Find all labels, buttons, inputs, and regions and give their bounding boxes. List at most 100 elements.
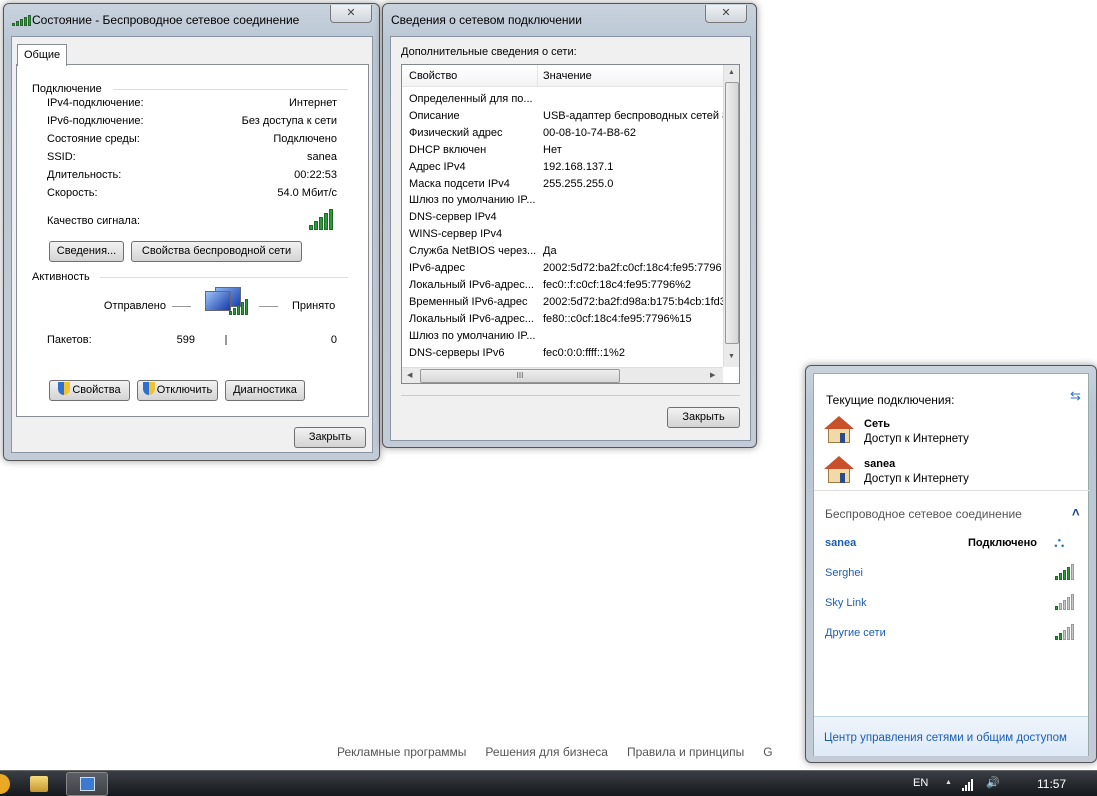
footer-link[interactable]: G	[763, 745, 772, 759]
network-name[interactable]: Другие сети	[825, 627, 886, 639]
table-row[interactable]: DNS-сервер IPv4	[402, 209, 723, 226]
table-row[interactable]: DHCP включен Нет	[402, 142, 723, 159]
connection-name: sanea	[864, 458, 896, 470]
details-button[interactable]: Сведения...	[49, 241, 124, 262]
network-name[interactable]: Serghei	[825, 567, 863, 579]
diagnose-button[interactable]: Диагностика	[225, 380, 305, 401]
property-cell: DHCP включен	[409, 143, 487, 156]
table-row[interactable]: Определенный для по...	[402, 91, 723, 108]
property-cell: Шлюз по умолчанию IP...	[409, 194, 536, 207]
scroll-down-icon[interactable]: ▼	[728, 353, 735, 360]
scroll-right-icon[interactable]: ▶	[710, 371, 715, 379]
connection-group-label: Подключение	[32, 83, 102, 95]
table-row[interactable]: Адрес IPv4 192.168.137.1	[402, 159, 723, 176]
table-row[interactable]: WINS-сервер IPv4	[402, 226, 723, 243]
wireless-properties-button[interactable]: Свойства беспроводной сети	[131, 241, 302, 262]
table-row[interactable]: IPv6-адрес 2002:5d72:ba2f:c0cf:18c4:fe95:…	[402, 260, 723, 277]
connected-network-icon: ⛬	[1054, 534, 1065, 551]
network-tray-icon[interactable]	[962, 779, 973, 791]
property-cell: Служба NetBIOS через...	[409, 245, 537, 258]
footer-link[interactable]: Решения для бизнеса	[485, 745, 608, 759]
disable-button[interactable]: Отключить	[137, 380, 218, 401]
close-button[interactable]: Закрыть	[667, 407, 740, 428]
property-cell: WINS-сервер IPv4	[409, 228, 503, 241]
footer-link[interactable]: Правила и принципы	[627, 745, 744, 759]
wireless-section-header: Беспроводное сетевое соединение	[825, 507, 1022, 521]
table-row[interactable]: Временный IPv6-адрес 2002:5d72:ba2f:d98a:…	[402, 294, 723, 311]
network-status: Подключено	[968, 537, 1037, 549]
table-row[interactable]: Описание USB-адаптер беспроводных сетей 8	[402, 108, 723, 125]
table-row[interactable]: Шлюз по умолчанию IP...	[402, 328, 723, 345]
scroll-thumb[interactable]	[725, 82, 739, 344]
refresh-icon[interactable]: ⇆	[1070, 388, 1081, 404]
connection-status: Доступ к Интернету	[864, 473, 969, 485]
table-row[interactable]: Локальный IPv6-адрес... fe80::c0cf:18c4:f…	[402, 311, 723, 328]
network-name[interactable]: sanea	[825, 537, 856, 549]
table-row[interactable]: Служба NetBIOS через... Да	[402, 243, 723, 260]
scroll-up-icon[interactable]: ▲	[728, 69, 735, 76]
table-row[interactable]: Локальный IPv6-адрес... fec0::f:c0cf:18c4…	[402, 277, 723, 294]
taskbar-network-window[interactable]	[66, 772, 108, 796]
status-row-value: Без доступа к сети	[241, 115, 337, 127]
close-icon[interactable]: ✕	[705, 5, 747, 23]
status-row-label: Состояние среды:	[47, 133, 140, 145]
value-cell: 00-08-10-74-B8-62	[543, 126, 636, 139]
footer-link[interactable]: Рекламные программы	[337, 745, 466, 759]
table-row[interactable]: Шлюз по умолчанию IP...	[402, 192, 723, 209]
window-title: Состояние - Беспроводное сетевое соедине…	[32, 13, 300, 27]
volume-icon[interactable]: 🔊	[986, 776, 1000, 789]
status-row-value: Подключено	[273, 133, 337, 145]
value-cell: 255.255.255.0	[543, 177, 614, 190]
uac-shield-icon	[58, 382, 71, 395]
signal-icon	[12, 15, 31, 26]
network-flyout: Текущие подключения: ⇆ Сеть Доступ к Инте…	[805, 365, 1097, 763]
scroll-left-icon[interactable]: ◀	[407, 371, 412, 379]
language-indicator[interactable]: EN	[913, 777, 928, 789]
status-row-value: 54.0 Мбит/с	[277, 187, 337, 199]
clock[interactable]: 11:57	[1037, 777, 1066, 791]
property-cell: Временный IPv6-адрес	[409, 295, 528, 308]
close-button[interactable]: Закрыть	[294, 427, 366, 448]
table-row[interactable]: Физический адрес 00-08-10-74-B8-62	[402, 125, 723, 142]
value-cell: USB-адаптер беспроводных сетей 8	[543, 109, 723, 122]
house-icon	[824, 416, 854, 444]
property-cell: DNS-серверы IPv6	[409, 346, 505, 359]
tab-general[interactable]: Общие	[17, 44, 67, 66]
status-row-label: IPv4-подключение:	[47, 97, 144, 109]
details-window: Сведения о сетевом подключении ✕ Дополни…	[382, 3, 757, 448]
start-button[interactable]	[0, 774, 10, 794]
explorer-icon[interactable]	[30, 776, 48, 792]
status-row-value: Интернет	[289, 97, 337, 109]
horizontal-scrollbar[interactable]: ◀ III ▶	[402, 367, 723, 383]
property-cell: Адрес IPv4	[409, 160, 466, 173]
signal-quality-icon	[309, 209, 333, 230]
list-header: Свойство Значение	[402, 65, 723, 87]
uac-shield-icon	[142, 382, 155, 395]
signal-quality-label: Качество сигнала:	[47, 215, 141, 227]
status-row-label: Длительность:	[47, 169, 122, 181]
column-header-property[interactable]: Свойство	[409, 70, 457, 82]
properties-button[interactable]: Свойства	[49, 380, 130, 401]
table-row[interactable]: Маска подсети IPv4 255.255.255.0	[402, 176, 723, 193]
property-cell: Физический адрес	[409, 126, 503, 139]
status-row-label: IPv6-подключение:	[47, 115, 144, 127]
network-name[interactable]: Sky Link	[825, 597, 867, 609]
details-list[interactable]: Свойство Значение Определенный для по...…	[401, 64, 740, 384]
scroll-thumb[interactable]: III	[420, 369, 620, 383]
tray-expand-icon[interactable]: ▲	[945, 779, 952, 786]
property-cell: Определенный для по...	[409, 93, 533, 105]
property-cell: Локальный IPv6-адрес...	[409, 278, 534, 291]
client-area: Дополнительные сведения о сети: Свойство…	[390, 36, 751, 441]
column-header-value[interactable]: Значение	[543, 70, 592, 82]
connection-name: Сеть	[864, 418, 891, 430]
property-cell: IPv6-адрес	[409, 262, 465, 274]
status-row-label: SSID:	[47, 151, 76, 163]
sent-label: Отправлено	[103, 300, 166, 312]
table-row[interactable]: DNS-серверы IPv6 fec0:0:0:ffff::1%2	[402, 345, 723, 362]
status-row-label: Скорость:	[47, 187, 98, 199]
collapse-chevron-icon[interactable]: ˄	[1072, 505, 1080, 520]
close-icon[interactable]: ✕	[330, 5, 372, 23]
taskbar: EN ▲ 🔊 11:57	[0, 770, 1097, 796]
network-center-link[interactable]: Центр управления сетями и общим доступом	[824, 732, 1067, 744]
vertical-scrollbar[interactable]: ▲ ▼	[723, 65, 739, 367]
